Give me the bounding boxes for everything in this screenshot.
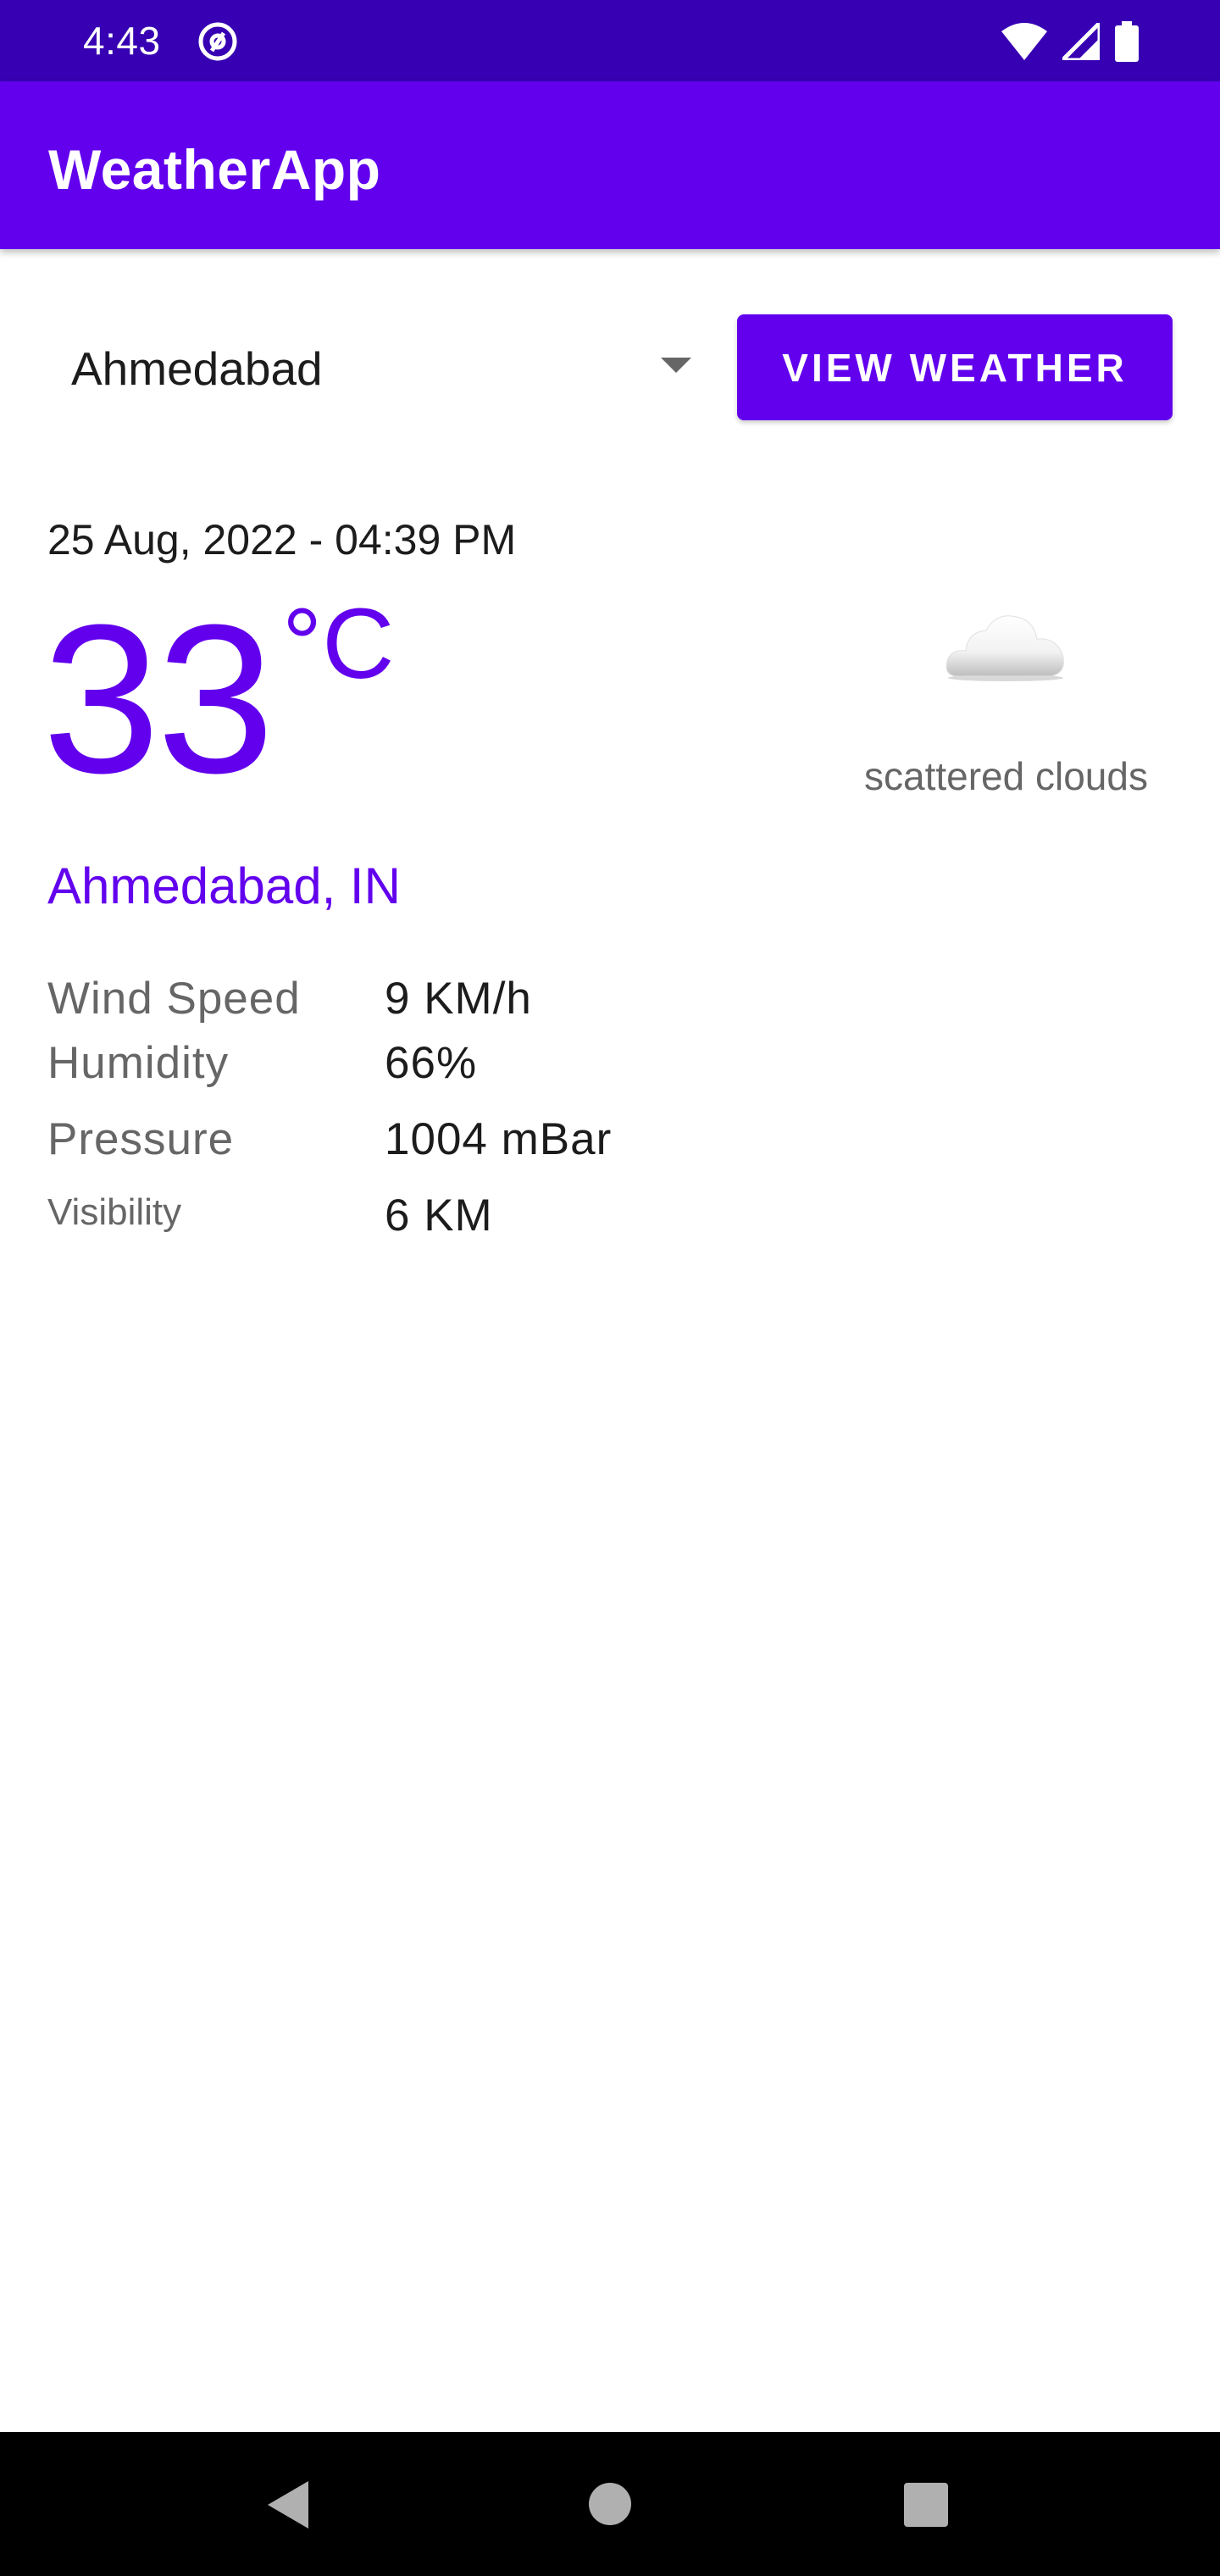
cloud-icon	[946, 615, 1064, 681]
back-icon[interactable]	[268, 2481, 308, 2529]
weather-description: scattered clouds	[864, 754, 1148, 798]
pressure-value: 1004 mBar	[385, 1114, 613, 1164]
visibility-label: Visibility	[47, 1191, 182, 1233]
wind-speed-label: Wind Speed	[47, 974, 301, 1024]
dropdown-arrow-icon	[661, 358, 691, 373]
location: Ahmedabad, IN	[47, 858, 401, 914]
status-icons	[1001, 19, 1139, 64]
view-weather-button[interactable]: VIEW WEATHER	[737, 314, 1173, 420]
temperature-unit: °C	[282, 588, 395, 700]
city-dropdown-value: Ahmedabad	[71, 342, 323, 395]
home-icon[interactable]	[589, 2483, 631, 2525]
humidity-value: 66%	[385, 1038, 478, 1088]
wifi-icon	[1001, 23, 1047, 60]
visibility-value: 6 KM	[385, 1191, 493, 1241]
app-title: WeatherApp	[48, 138, 381, 201]
humidity-label: Humidity	[47, 1038, 230, 1088]
navigation-bar	[0, 2432, 1220, 2576]
status-bar: 4:43	[0, 0, 1220, 81]
city-dropdown[interactable]: Ahmedabad	[47, 322, 691, 415]
recents-icon[interactable]	[904, 2483, 948, 2527]
pressure-label: Pressure	[47, 1114, 235, 1164]
app-bar: WeatherApp	[0, 81, 1220, 249]
status-time: 4:43	[83, 19, 161, 63]
date-time: 25 Aug, 2022 - 04:39 PM	[47, 516, 517, 564]
at-sign-icon	[198, 22, 237, 61]
wind-speed-value: 9 KM/h	[385, 974, 532, 1024]
battery-icon	[1115, 21, 1139, 62]
temperature-value: 33	[42, 580, 274, 817]
signal-icon	[1062, 23, 1100, 60]
